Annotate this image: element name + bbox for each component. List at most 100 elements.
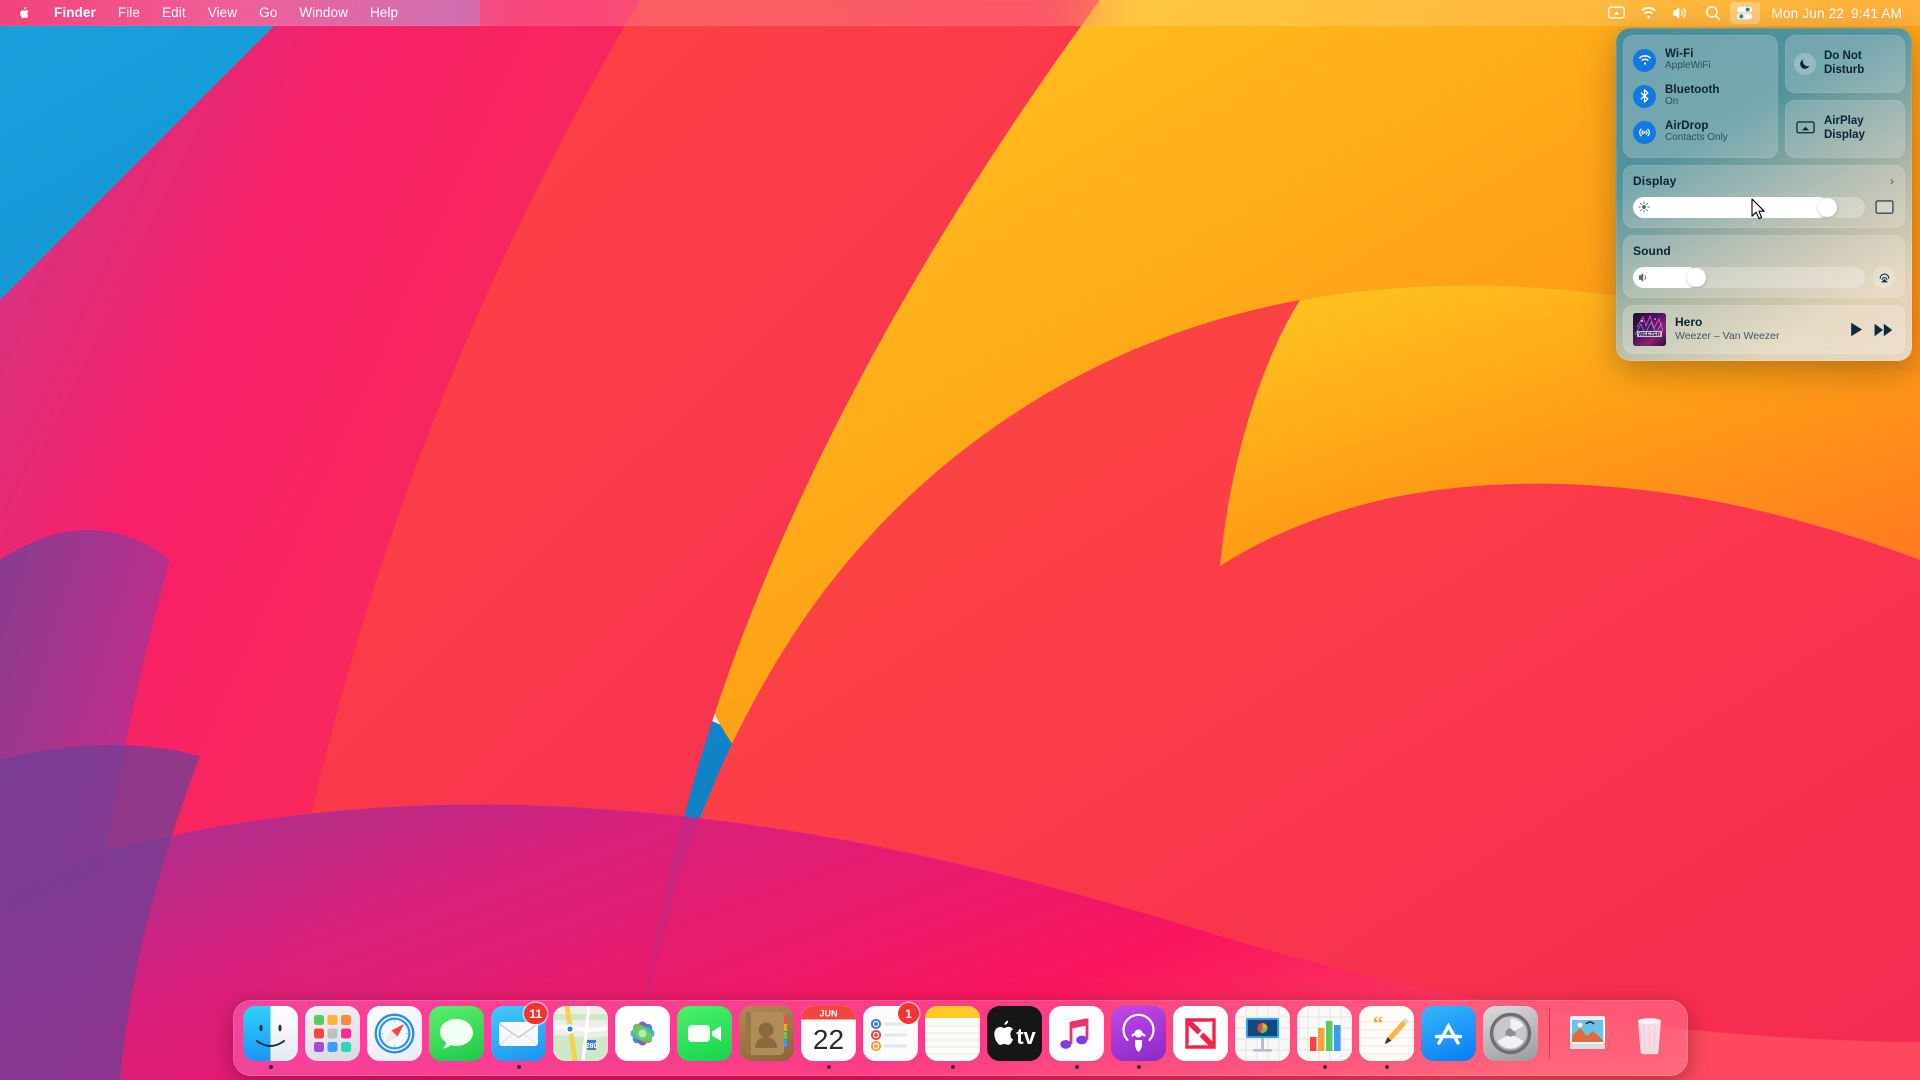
now-playing-meta: Hero Weezer – Van Weezer [1675, 316, 1841, 343]
toggle-bluetooth[interactable]: Bluetooth On [1633, 80, 1768, 112]
screen-mirroring-icon[interactable] [1602, 2, 1632, 24]
trash-icon [1622, 1006, 1677, 1061]
tile-airplay-display-label: AirPlay Display [1824, 115, 1865, 142]
finder-icon [243, 1006, 298, 1061]
dock-item-messages[interactable] [426, 1006, 488, 1069]
dock-item-pages[interactable]: “ [1356, 1006, 1418, 1069]
play-icon[interactable] [1850, 322, 1863, 337]
dock-item-podcasts[interactable] [1108, 1006, 1170, 1069]
album-artwork: WEEZER [1633, 313, 1666, 346]
safari-icon [367, 1006, 422, 1061]
messages-icon [429, 1006, 484, 1061]
now-playing-controls [1850, 322, 1895, 337]
airdrop-icon [1633, 121, 1656, 144]
dock-item-app-store[interactable] [1418, 1006, 1480, 1069]
svg-text:WEEZER: WEEZER [1638, 332, 1660, 338]
menu-item-go[interactable]: Go [248, 0, 288, 26]
airplay-audio-icon[interactable] [1873, 266, 1895, 288]
dock-item-system-preferences[interactable] [1480, 1006, 1542, 1069]
display-preset-icon[interactable] [1873, 196, 1895, 218]
apple-tv-icon: tv [987, 1006, 1042, 1061]
keynote-icon [1235, 1006, 1290, 1061]
dock-item-launchpad[interactable] [302, 1006, 364, 1069]
running-indicator [393, 1065, 397, 1069]
running-indicator [269, 1065, 273, 1069]
now-playing-title: Hero [1675, 316, 1841, 329]
menu-item-file[interactable]: File [107, 0, 151, 26]
downloads-stack-icon [1560, 1006, 1615, 1061]
control-center-icon[interactable] [1730, 2, 1760, 24]
pages-icon: “ [1359, 1006, 1414, 1061]
spotlight-search-icon[interactable] [1698, 2, 1728, 24]
fast-forward-icon[interactable] [1874, 323, 1893, 337]
desktop-screen: Finder File Edit View Go Window Help [0, 0, 1920, 1080]
dock-item-reminders[interactable]: 1 [860, 1006, 922, 1069]
tile-do-not-disturb[interactable]: Do Not Disturb [1785, 35, 1905, 93]
dock-item-notes[interactable] [922, 1006, 984, 1069]
running-indicator [703, 1065, 707, 1069]
contacts-icon [739, 1006, 794, 1061]
dnd-label-line1: Do Not [1824, 50, 1862, 62]
dock-item-calendar[interactable]: JUN 22 [798, 1006, 860, 1069]
bluetooth-icon [1633, 85, 1656, 108]
menu-item-help[interactable]: Help [359, 0, 409, 26]
dock-item-photos[interactable] [612, 1006, 674, 1069]
display-module-header[interactable]: Display › [1633, 173, 1895, 189]
dock-item-news[interactable] [1170, 1006, 1232, 1069]
brightness-slider[interactable] [1633, 197, 1865, 218]
dock-item-contacts[interactable] [736, 1006, 798, 1069]
dock-item-mail[interactable]: 11 [488, 1006, 550, 1069]
running-indicator [1648, 1065, 1652, 1069]
menu-bar-clock[interactable]: Mon Jun 229:41 AM [1762, 6, 1908, 21]
dock-item-maps[interactable]: 280 [550, 1006, 612, 1069]
connectivity-module: Wi-Fi AppleWiFi Bluetooth On [1623, 35, 1778, 158]
running-indicator [517, 1065, 521, 1069]
facetime-icon [677, 1006, 732, 1061]
menu-item-window[interactable]: Window [288, 0, 359, 26]
dock-item-safari[interactable] [364, 1006, 426, 1069]
airplay-display-icon [1794, 118, 1816, 140]
tile-airplay-display[interactable]: AirPlay Display [1785, 100, 1905, 158]
dock-item-downloads-stack[interactable] [1557, 1006, 1619, 1069]
maps-icon: 280 [553, 1006, 608, 1061]
running-indicator [765, 1065, 769, 1069]
dock-container: 11 [0, 1000, 1920, 1076]
running-indicator [1075, 1065, 1079, 1069]
dock-item-facetime[interactable] [674, 1006, 736, 1069]
dock-item-apple-tv[interactable]: tv [984, 1006, 1046, 1069]
running-indicator [1509, 1065, 1513, 1069]
dock-item-numbers[interactable] [1294, 1006, 1356, 1069]
control-center-panel: Wi-Fi AppleWiFi Bluetooth On [1616, 28, 1912, 361]
dock-item-trash[interactable] [1619, 1006, 1681, 1069]
control-center-top-row: Wi-Fi AppleWiFi Bluetooth On [1623, 35, 1905, 158]
running-indicator [579, 1065, 583, 1069]
toggle-wifi-subtitle: AppleWiFi [1665, 61, 1711, 72]
sound-module-header: Sound [1633, 243, 1895, 259]
menu-bar-status-area: Mon Jun 229:41 AM [1602, 0, 1920, 26]
dock-item-finder[interactable] [240, 1006, 302, 1069]
airplay-label-line1: AirPlay [1824, 115, 1864, 127]
calendar-month: JUN [819, 1009, 837, 1019]
menu-item-view[interactable]: View [197, 0, 248, 26]
now-playing-module[interactable]: WEEZER Hero Weezer – Van Weezer [1623, 305, 1905, 354]
wifi-icon[interactable] [1634, 2, 1664, 24]
chevron-right-icon[interactable]: › [1890, 175, 1895, 187]
calendar-icon: JUN 22 [801, 1006, 856, 1061]
calendar-day: 22 [813, 1024, 844, 1055]
menu-item-edit[interactable]: Edit [151, 0, 197, 26]
brightness-slider-knob[interactable] [1818, 198, 1837, 217]
toggle-wifi[interactable]: Wi-Fi AppleWiFi [1633, 44, 1768, 76]
sound-module-body [1633, 266, 1895, 288]
volume-slider-knob[interactable] [1687, 268, 1706, 287]
dock-badge-reminders: 1 [898, 1003, 919, 1024]
news-icon [1173, 1006, 1228, 1061]
toggle-airdrop[interactable]: AirDrop Contacts Only [1633, 116, 1768, 148]
menu-item-finder[interactable]: Finder [43, 0, 107, 26]
volume-icon[interactable] [1666, 2, 1696, 24]
dock-item-music[interactable] [1046, 1006, 1108, 1069]
apple-logo-icon[interactable] [0, 5, 43, 22]
dock-item-keynote[interactable] [1232, 1006, 1294, 1069]
now-playing-subtitle: Weezer – Van Weezer [1675, 331, 1841, 343]
volume-slider[interactable] [1633, 267, 1865, 288]
dock-divider [1549, 1008, 1550, 1059]
